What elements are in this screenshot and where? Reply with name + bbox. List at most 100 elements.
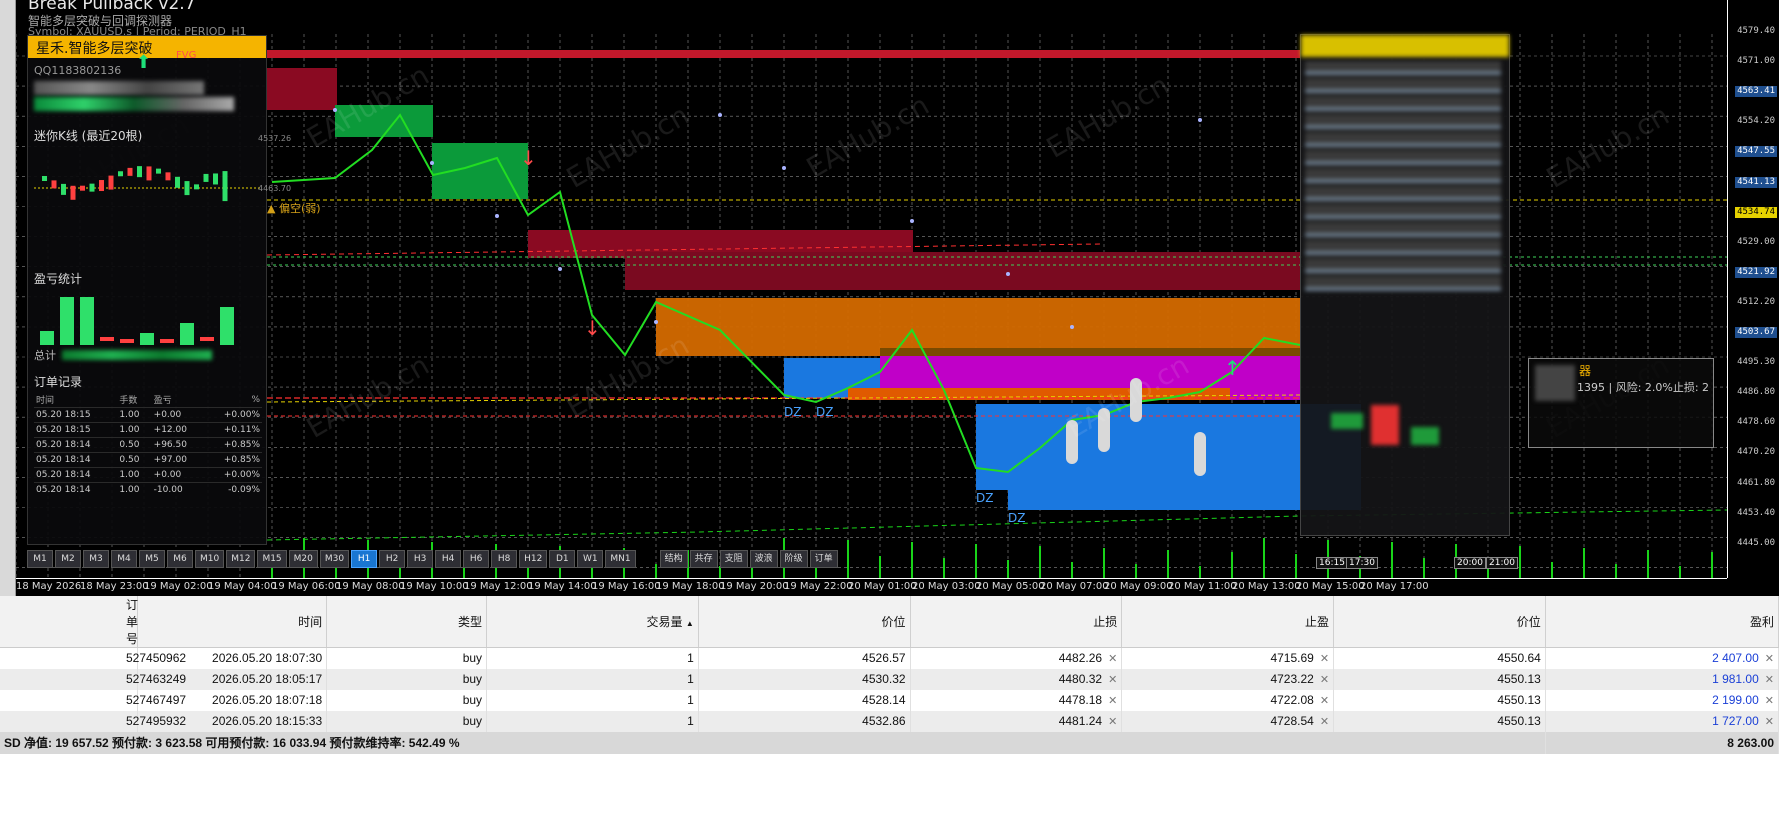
- col-tp[interactable]: 止盈: [1121, 596, 1335, 648]
- type-cell: buy: [326, 647, 488, 669]
- tp-cell-value: 4722.08: [1270, 693, 1314, 707]
- price-tick-label: 4445.00: [1737, 537, 1775, 548]
- time-tick-label: 19 May 04:00: [208, 581, 277, 592]
- timeframe-button-m10[interactable]: M10: [195, 550, 225, 568]
- timeframe-button-m30[interactable]: M30: [319, 550, 350, 568]
- price-chart[interactable]: DZ DZ DZ DZ ↓ ↓ ↑ Break Pullback v2.7 智能多层突破与回…: [0, 0, 1779, 596]
- timeframe-button-m6[interactable]: M6: [167, 550, 193, 568]
- close-icon[interactable]: ✕: [1320, 695, 1329, 707]
- symbol-scanner-panel[interactable]: [1300, 34, 1510, 536]
- total-label: 总计: [34, 349, 56, 362]
- time-axis[interactable]: 18 May 2026 18 May 23:00 19 May 02:00 19 Ma…: [16, 578, 1727, 596]
- time-tick-label: 19 May 12:00: [464, 581, 533, 592]
- close-icon[interactable]: ✕: [1320, 674, 1329, 686]
- timeframe-button-h3[interactable]: H3: [407, 550, 434, 568]
- time-tick-label: 20 May 09:00: [1104, 581, 1173, 592]
- tool-button[interactable]: 阶级: [779, 550, 808, 568]
- mini-candle: [108, 175, 114, 190]
- timeframe-button-m20[interactable]: M20: [288, 550, 318, 568]
- positions-table: 订单号 时间 类型 交易量 ▲ 价位 止损 止盈 价位 盈利 527450962…: [0, 596, 1779, 754]
- order-pnl: +0.00: [151, 407, 205, 423]
- time-tick-label: 19 May 08:00: [336, 581, 405, 592]
- col-sl-label: 止损: [1093, 615, 1118, 629]
- col-price[interactable]: 价位: [1333, 596, 1546, 648]
- time-tick-label: 20 May 01:00: [848, 581, 917, 592]
- timeframe-button-h4[interactable]: H4: [435, 550, 462, 568]
- profit-cell-value: 1 981.00: [1712, 672, 1759, 686]
- indicator-panel[interactable]: 星禾.智能多层突破 FVG ⬆ QQ1183802136 迷你K线 (最近20根…: [27, 35, 291, 545]
- timeframe-button-w1[interactable]: W1: [577, 550, 604, 568]
- timeframe-button-m5[interactable]: M5: [139, 550, 165, 568]
- timeframe-button-h2[interactable]: H2: [379, 550, 406, 568]
- order-pnl: +96.50: [151, 437, 205, 453]
- timeframe-button-m3[interactable]: M3: [83, 550, 109, 568]
- price-tick-label: 4486.80: [1737, 387, 1775, 398]
- close-icon[interactable]: ✕: [1320, 653, 1329, 665]
- timeframe-button-h1[interactable]: H1: [351, 550, 378, 568]
- col-sl[interactable]: 止损: [910, 596, 1123, 648]
- timeframe-button-h8[interactable]: H8: [491, 550, 518, 568]
- timeframe-button-m1[interactable]: M1: [27, 550, 53, 568]
- col-time[interactable]: 时间: [137, 596, 328, 648]
- tool-button[interactable]: 结构: [659, 550, 688, 568]
- close-icon[interactable]: ✕: [1765, 716, 1774, 728]
- close-icon[interactable]: ✕: [1765, 653, 1774, 665]
- col-ticket[interactable]: 订单号: [0, 596, 138, 648]
- supply-zone: [267, 68, 337, 110]
- type-cell-value: buy: [462, 693, 483, 707]
- tool-button[interactable]: 波浪: [749, 550, 778, 568]
- price-tick-label: 4521.92: [1735, 266, 1777, 278]
- order-time: 05.20 18:14: [34, 482, 118, 497]
- col-type-label: 类型: [458, 615, 483, 629]
- signal-dot: [718, 113, 722, 117]
- col-volume[interactable]: 交易量 ▲: [486, 596, 699, 648]
- order-time: 05.20 18:14: [34, 467, 118, 483]
- order-pnl: +0.00: [151, 467, 205, 483]
- timeframe-button-d1[interactable]: D1: [549, 550, 576, 568]
- timeframe-button-m15[interactable]: M15: [257, 550, 287, 568]
- timeframe-button-m12[interactable]: M12: [226, 550, 256, 568]
- volume-cell: 1: [486, 689, 699, 711]
- open-price-cell: 4530.32: [698, 668, 911, 690]
- info-title: 器: [1579, 364, 1592, 378]
- tool-button[interactable]: 支阻: [719, 550, 748, 568]
- col-open-price[interactable]: 价位: [698, 596, 911, 648]
- timeframe-button-m2[interactable]: M2: [55, 550, 81, 568]
- col-profit[interactable]: 盈利: [1545, 596, 1779, 648]
- open-price-cell: 4528.14: [698, 689, 911, 711]
- tool-button[interactable]: 共存: [689, 550, 718, 568]
- timeframe-button-m4[interactable]: M4: [111, 550, 137, 568]
- timeframe-button-h6[interactable]: H6: [463, 550, 490, 568]
- close-icon[interactable]: ✕: [1108, 695, 1117, 707]
- position-row[interactable]: 527463249 2026.05.20 18:05:17 buy 1 4530.32 4…: [0, 668, 1779, 690]
- mini-price-high: 4537.26: [258, 134, 292, 143]
- ticket-cell-value: 527467497: [126, 693, 187, 707]
- close-icon[interactable]: ✕: [1320, 716, 1329, 728]
- close-icon[interactable]: ✕: [1108, 716, 1117, 728]
- order-pnl: +97.00: [151, 452, 205, 468]
- mini-candle: [175, 176, 180, 188]
- order-lots: 0.50: [117, 452, 152, 468]
- mini-candle: [184, 181, 190, 196]
- price-cell-value: 4550.13: [1497, 714, 1541, 728]
- col-type[interactable]: 类型: [326, 596, 488, 648]
- position-row[interactable]: 527495932 2026.05.20 18:15:33 buy 1 4532.86 4…: [0, 710, 1779, 732]
- account-line: [34, 81, 204, 95]
- sl-cell-value: 4478.18: [1058, 693, 1103, 707]
- close-icon[interactable]: ✕: [1108, 653, 1117, 665]
- scanner-header[interactable]: [1301, 35, 1509, 57]
- timeframe-button-mn1[interactable]: MN1: [605, 550, 636, 568]
- close-icon[interactable]: ✕: [1765, 695, 1774, 707]
- timeframe-button-h12[interactable]: H12: [519, 550, 548, 568]
- close-icon[interactable]: ✕: [1765, 674, 1774, 686]
- mini-candle: [80, 185, 85, 191]
- position-row[interactable]: 527467497 2026.05.20 18:07:18 buy 1 4528.14 4…: [0, 689, 1779, 711]
- time-tick-label: 19 May 10:00: [400, 581, 469, 592]
- order-record-table: 时间 手数 盈亏 % 05.20 18:15 1.00 +0.00 +0.00% 05.…: [34, 392, 262, 497]
- tool-button[interactable]: 订单: [809, 550, 838, 568]
- mini-candle: [156, 168, 161, 174]
- close-icon[interactable]: ✕: [1108, 674, 1117, 686]
- price-axis[interactable]: 4579.40 4571.00 4563.41 4554.20 4547.55 4541.…: [1727, 0, 1779, 578]
- position-row[interactable]: 527450962 2026.05.20 18:07:30 buy 1 4526.57 4…: [0, 647, 1779, 669]
- price-tick-label: 4554.20: [1737, 116, 1775, 127]
